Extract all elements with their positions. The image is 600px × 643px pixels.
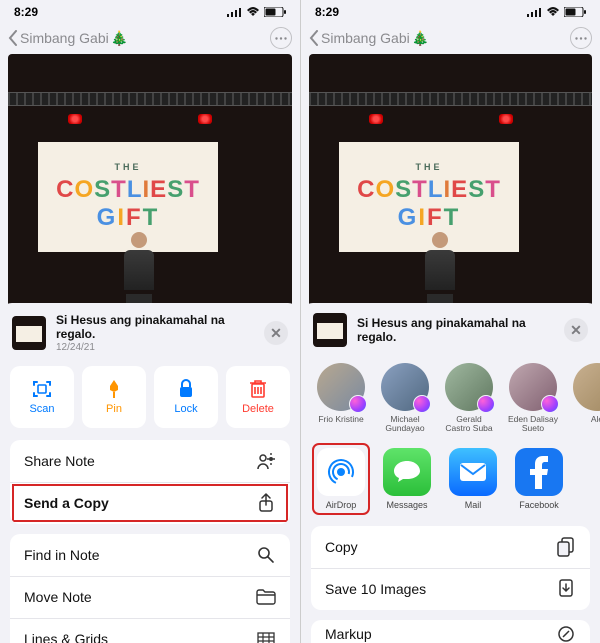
lock-action[interactable]: Lock — [154, 366, 218, 428]
send-copy-item[interactable]: Send a Copy — [10, 482, 290, 524]
note-title: Si Hesus ang pinakamahal na regalo. — [357, 316, 554, 345]
scan-icon — [31, 378, 53, 400]
scan-action[interactable]: Scan — [10, 366, 74, 428]
phone-right: 8:29 Simbang Gabi 🎄 THE COSTLIEST GIFT — [300, 0, 600, 643]
pin-action[interactable]: Pin — [82, 366, 146, 428]
ellipsis-icon — [575, 37, 587, 40]
action-sheet: Si Hesus ang pinakamahal na regalo. 12/2… — [0, 303, 300, 643]
facebook-app[interactable]: Facebook — [513, 448, 565, 512]
wifi-icon — [546, 7, 560, 17]
back-label: Simbang Gabi — [321, 30, 410, 46]
save-images-item[interactable]: Save 10 Images — [311, 568, 590, 610]
delete-action[interactable]: Delete — [226, 366, 290, 428]
note-photo: THE COSTLIEST GIFT — [8, 54, 292, 312]
sheet-header-text: Si Hesus ang pinakamahal na regalo. 12/2… — [56, 313, 254, 354]
battery-icon — [264, 7, 286, 17]
messages-app[interactable]: Messages — [381, 448, 433, 512]
download-icon — [556, 579, 576, 599]
share-sheet: Si Hesus ang pinakamahal na regalo. ✕ Fr… — [301, 303, 600, 643]
contact-item[interactable]: Ale — [571, 363, 600, 434]
nav-bar: Simbang Gabi 🎄 — [0, 24, 300, 52]
contact-item[interactable]: Frio Kristine — [315, 363, 367, 434]
lines-grids-item[interactable]: Lines & Grids — [10, 618, 290, 643]
status-indicators — [527, 7, 586, 17]
sheet-header-text: Si Hesus ang pinakamahal na regalo. — [357, 316, 554, 345]
markup-icon — [556, 625, 576, 643]
status-indicators — [227, 7, 286, 17]
close-button[interactable]: ✕ — [564, 318, 588, 342]
contact-item[interactable]: Gerald Castro Suba — [443, 363, 495, 434]
search-icon — [256, 546, 276, 564]
copy-icon — [556, 537, 576, 557]
status-bar: 8:29 — [301, 0, 600, 24]
more-button[interactable] — [270, 27, 292, 49]
tree-emoji: 🎄 — [111, 30, 128, 47]
tree-emoji: 🎄 — [412, 30, 429, 47]
chevron-left-icon — [309, 30, 319, 46]
find-in-note-item[interactable]: Find in Note — [10, 534, 290, 576]
airdrop-app[interactable]: AirDrop — [315, 446, 367, 512]
nav-bar: Simbang Gabi 🎄 — [301, 24, 600, 52]
more-button[interactable] — [570, 27, 592, 49]
facebook-icon — [528, 455, 550, 489]
note-thumbnail — [313, 313, 347, 347]
signal-icon — [527, 7, 542, 17]
copy-item[interactable]: Copy — [311, 526, 590, 568]
back-button[interactable]: Simbang Gabi 🎄 — [8, 30, 128, 47]
contact-item[interactable]: Michael Gundayao — [379, 363, 431, 434]
move-note-item[interactable]: Move Note — [10, 576, 290, 618]
folder-icon — [256, 589, 276, 605]
contacts-row[interactable]: Frio Kristine Michael Gundayao Gerald Ca… — [301, 355, 600, 440]
mail-app[interactable]: Mail — [447, 448, 499, 512]
close-button[interactable]: ✕ — [264, 321, 288, 345]
mail-icon — [458, 461, 488, 483]
messages-icon — [392, 458, 422, 486]
trash-icon — [249, 378, 267, 400]
pin-icon — [104, 378, 124, 400]
airdrop-icon — [324, 455, 358, 489]
status-time: 8:29 — [14, 5, 38, 19]
contact-item[interactable]: Eden Dalisay Sueto — [507, 363, 559, 434]
note-photo: THE COSTLIEST GIFT — [309, 54, 592, 312]
share-note-item[interactable]: Share Note — [10, 440, 290, 482]
phone-left: 8:29 Simbang Gabi 🎄 THE COSTLIEST GIFT — [0, 0, 300, 643]
signal-icon — [227, 7, 242, 17]
collaborate-icon — [256, 452, 276, 470]
note-thumbnail — [12, 316, 46, 350]
note-title: Si Hesus ang pinakamahal na regalo. — [56, 313, 254, 342]
ellipsis-icon — [275, 37, 287, 40]
apps-row[interactable]: AirDrop Messages Mail Facebook — [301, 440, 600, 526]
back-button[interactable]: Simbang Gabi 🎄 — [309, 30, 429, 47]
note-date: 12/24/21 — [56, 342, 254, 354]
markup-item[interactable]: Markup — [311, 620, 590, 643]
share-icon — [256, 493, 276, 513]
status-time: 8:29 — [315, 5, 339, 19]
grid-icon — [256, 632, 276, 643]
battery-icon — [564, 7, 586, 17]
back-label: Simbang Gabi — [20, 30, 109, 46]
chevron-left-icon — [8, 30, 18, 46]
wifi-icon — [246, 7, 260, 17]
lock-icon — [177, 378, 195, 400]
status-bar: 8:29 — [0, 0, 300, 24]
